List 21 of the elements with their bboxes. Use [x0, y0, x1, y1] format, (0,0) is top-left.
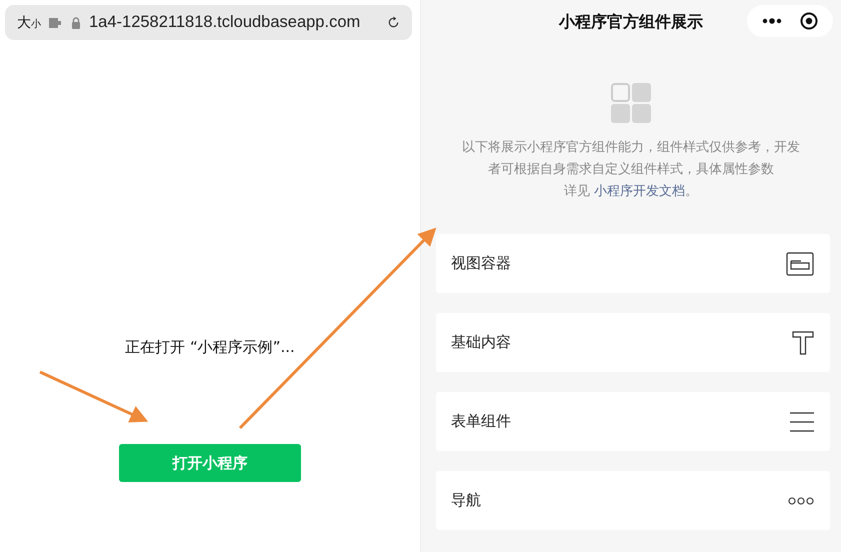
component-category[interactable]: 表单组件	[436, 392, 830, 451]
grid-logo-icon	[611, 83, 651, 123]
more-icon[interactable]	[762, 18, 782, 24]
address-bar[interactable]: 大小 1a4-1258211818.tcloudbaseapp.com	[5, 5, 412, 40]
page-title: 小程序官方组件展示	[559, 12, 703, 33]
component-category[interactable]: 导航	[436, 471, 830, 530]
text-size-button[interactable]: 大小	[17, 14, 41, 32]
intro-text: 以下将展示小程序官方组件能力，组件样式仅供参考，开发者可根据自身需求自定义组件样式，具体属性参数 详见 小程序开发文档。	[461, 139, 801, 201]
component-category[interactable]: 视图容器	[436, 234, 830, 293]
url-text: 1a4-1258211818.tcloudbaseapp.com	[89, 13, 360, 32]
reload-icon[interactable]	[387, 16, 400, 29]
doc-link[interactable]: 小程序开发文档	[594, 184, 686, 199]
component-category[interactable]: 基础内容	[436, 313, 830, 372]
lock-icon	[71, 16, 81, 28]
opening-message: 正在打开 “小程序示例”...	[125, 338, 295, 357]
close-target-icon[interactable]	[800, 12, 818, 30]
lines-icon	[790, 412, 814, 432]
dots-icon	[788, 496, 814, 504]
letter-t-icon	[792, 330, 814, 354]
extension-icon[interactable]	[49, 18, 63, 28]
container-icon	[786, 252, 814, 276]
